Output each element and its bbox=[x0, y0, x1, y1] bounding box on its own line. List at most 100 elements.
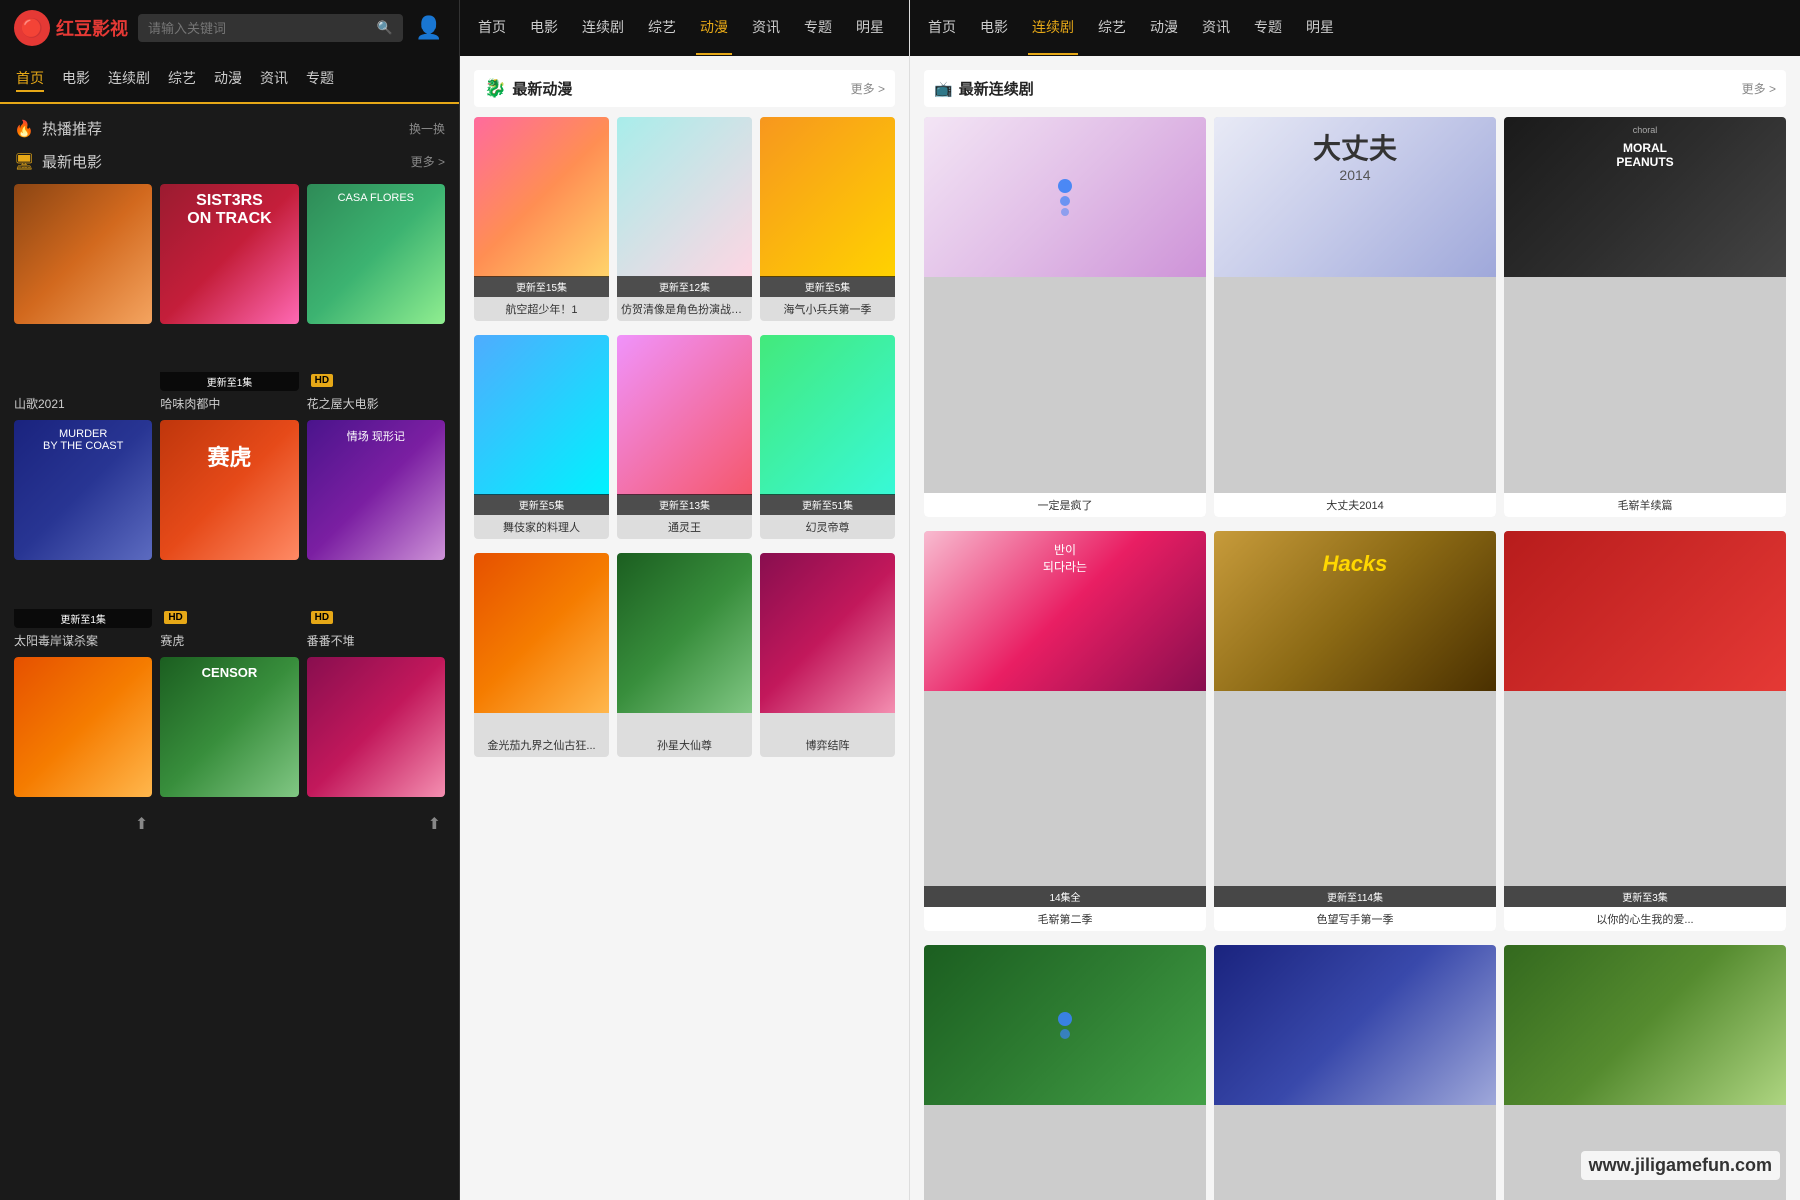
movie-card-4[interactable]: MURDERBY THE COAST 更新至1集 太阳毒岸谋杀案 bbox=[14, 420, 152, 648]
anime-grid-row2: 更新至5集 舞伎家的料理人 更新至13集 通灵王 更新至51集 幻灵帝尊 bbox=[474, 335, 895, 539]
drama-section-title: 📺 最新连续剧 bbox=[934, 78, 1034, 99]
watermark: www.jiligamefun.com bbox=[1581, 1151, 1780, 1180]
drama-grid-row1: 一定是疯了 大丈夫 2014 大丈夫2014 choral MORALPEANU… bbox=[924, 117, 1786, 517]
drama-card-3[interactable]: choral MORALPEANUTS 毛崭羊续篇 bbox=[1504, 117, 1786, 517]
right-panel: 首页 电影 连续剧 综艺 动漫 资讯 专题 明星 📺 最新连续剧 更多 > bbox=[910, 0, 1800, 1200]
right-header: 首页 电影 连续剧 综艺 动漫 资讯 专题 明星 bbox=[910, 0, 1800, 56]
drama-card-4[interactable]: 반이되다라는 14集全 毛崭第二季 bbox=[924, 531, 1206, 931]
mid-nav-anime[interactable]: 动漫 bbox=[696, 1, 732, 55]
movie-card-2[interactable]: SIST3RSON TRACK 更新至1集 哈味肉都中 bbox=[160, 184, 298, 412]
right-nav-anime[interactable]: 动漫 bbox=[1146, 1, 1182, 55]
movie-card-8[interactable]: CENSOR bbox=[160, 657, 298, 868]
movie-icon: 🖥 bbox=[14, 152, 34, 172]
anime-card-4[interactable]: 更新至5集 舞伎家的料理人 bbox=[474, 335, 609, 539]
anime-overlay-1: 更新至15集 bbox=[474, 276, 609, 297]
anime-title-9: 博弈结阵 bbox=[760, 733, 895, 757]
anime-overlay-3: 更新至5集 bbox=[760, 276, 895, 297]
user-avatar[interactable]: 👤 bbox=[413, 12, 445, 44]
anime-overlay-5: 更新至13集 bbox=[617, 494, 752, 515]
anime-card-7[interactable]: 金光茄九界之仙古狂... bbox=[474, 553, 609, 757]
mid-nav-special[interactable]: 专题 bbox=[800, 1, 836, 55]
left-nav-special[interactable]: 专题 bbox=[306, 66, 334, 92]
anime-title-6: 幻灵帝尊 bbox=[760, 515, 895, 539]
mid-nav-variety[interactable]: 综艺 bbox=[644, 1, 680, 55]
movie-title-4: 太阳毒岸谋杀案 bbox=[14, 632, 152, 649]
anime-title-4: 舞伎家的料理人 bbox=[474, 515, 609, 539]
movie-title-1: 山歌2021 bbox=[14, 395, 152, 412]
anime-card-3[interactable]: 更新至5集 海气小兵兵第一季 bbox=[760, 117, 895, 321]
drama-overlay-4: 14集全 bbox=[924, 886, 1206, 907]
drama-card-2[interactable]: 大丈夫 2014 大丈夫2014 bbox=[1214, 117, 1496, 517]
right-nav-variety[interactable]: 综艺 bbox=[1094, 1, 1130, 55]
left-nav-movie[interactable]: 电影 bbox=[62, 66, 90, 92]
movie-card-7[interactable]: ⬆ bbox=[14, 657, 152, 868]
mid-nav-home[interactable]: 首页 bbox=[474, 1, 510, 55]
anime-overlay-6: 更新至51集 bbox=[760, 494, 895, 515]
anime-card-9[interactable]: 博弈结阵 bbox=[760, 553, 895, 757]
movie-title-6: 番番不堆 bbox=[307, 632, 445, 649]
search-box[interactable]: 🔍 bbox=[138, 14, 403, 42]
anime-grid-row3: 金光茄九界之仙古狂... 孙星大仙尊 博弈结阵 bbox=[474, 553, 895, 757]
right-nav-home[interactable]: 首页 bbox=[924, 1, 960, 55]
movie-more-btn[interactable]: 更多 > bbox=[411, 153, 445, 170]
movie-card-6[interactable]: 情场 现形记 HD 番番不堆 bbox=[307, 420, 445, 648]
anime-card-1[interactable]: 更新至15集 航空超少年！1 bbox=[474, 117, 609, 321]
anime-grid-row1: 更新至15集 航空超少年！1 更新至12集 仿贺清像是角色扮演战士... 更新至… bbox=[474, 117, 895, 321]
left-nav-drama[interactable]: 连续剧 bbox=[108, 66, 150, 92]
mid-nav-movie[interactable]: 电影 bbox=[526, 1, 562, 55]
anime-title-8: 孙星大仙尊 bbox=[617, 733, 752, 757]
search-icon: 🔍 bbox=[377, 20, 393, 36]
left-content: 🔥 热播推荐 换一换 🖥 最新电影 更多 > 山歌2021 bbox=[0, 104, 459, 1200]
right-nav-special[interactable]: 专题 bbox=[1250, 1, 1286, 55]
anime-section-title: 🐉 最新动漫 bbox=[484, 78, 572, 99]
anime-title-2: 仿贺清像是角色扮演战士... bbox=[617, 297, 752, 321]
middle-content: 🐉 最新动漫 更多 > 更新至15集 航空超少年！1 更新至12集 仿贺清像是角… bbox=[460, 56, 909, 1200]
drama-section-header: 📺 最新连续剧 更多 > bbox=[924, 70, 1786, 107]
hot-icon: 🔥 bbox=[14, 119, 34, 139]
movie-card-5[interactable]: 赛虎 HD 赛虎 bbox=[160, 420, 298, 648]
left-nav-news[interactable]: 资讯 bbox=[260, 66, 288, 92]
drama-title-5: 色望写手第一季 bbox=[1214, 907, 1496, 931]
anime-card-5[interactable]: 更新至13集 通灵王 bbox=[617, 335, 752, 539]
drama-card-5[interactable]: Hacks 更新至114集 色望写手第一季 bbox=[1214, 531, 1496, 931]
left-nav-anime[interactable]: 动漫 bbox=[214, 66, 242, 92]
right-nav-star[interactable]: 明星 bbox=[1302, 1, 1338, 55]
movie-card-9[interactable]: ⬆ bbox=[307, 657, 445, 868]
movie-card-1[interactable]: 山歌2021 bbox=[14, 184, 152, 412]
left-nav: 首页 电影 连续剧 综艺 动漫 资讯 专题 bbox=[0, 56, 459, 104]
drama-card-1[interactable]: 一定是疯了 bbox=[924, 117, 1206, 517]
anime-card-6[interactable]: 更新至51集 幻灵帝尊 bbox=[760, 335, 895, 539]
left-nav-home[interactable]: 首页 bbox=[16, 66, 44, 92]
right-nav-movie[interactable]: 电影 bbox=[976, 1, 1012, 55]
anime-icon: 🐉 bbox=[484, 78, 506, 99]
anime-title-3: 海气小兵兵第一季 bbox=[760, 297, 895, 321]
search-input[interactable] bbox=[148, 21, 371, 36]
anime-card-2[interactable]: 更新至12集 仿贺清像是角色扮演战士... bbox=[617, 117, 752, 321]
mid-nav-star[interactable]: 明星 bbox=[852, 1, 888, 55]
movie-card-3[interactable]: CASA FLORES HD 花之屋大电影 bbox=[307, 184, 445, 412]
drama-title-4: 毛崭第二季 bbox=[924, 907, 1206, 931]
anime-card-8[interactable]: 孙星大仙尊 bbox=[617, 553, 752, 757]
mid-nav-drama[interactable]: 连续剧 bbox=[578, 1, 628, 55]
right-nav-drama[interactable]: 连续剧 bbox=[1028, 1, 1078, 55]
drama-icon: 📺 bbox=[934, 80, 953, 98]
left-header: 🔴 红豆影视 🔍 👤 bbox=[0, 0, 459, 56]
drama-more-btn[interactable]: 更多 > bbox=[1742, 80, 1776, 97]
anime-overlay-4: 更新至5集 bbox=[474, 494, 609, 515]
drama-card-7[interactable]: 你一刻初 bbox=[924, 945, 1206, 1200]
anime-more-btn[interactable]: 更多 > bbox=[851, 80, 885, 97]
left-nav-variety[interactable]: 综艺 bbox=[168, 66, 196, 92]
anime-overlay-2: 更新至12集 bbox=[617, 276, 752, 297]
drama-card-6[interactable]: 更新至3集 以你的心生我的爱... bbox=[1504, 531, 1786, 931]
right-nav-news[interactable]: 资讯 bbox=[1198, 1, 1234, 55]
anime-title-7: 金光茄九界之仙古狂... bbox=[474, 733, 609, 757]
movie-section-title: 🖥 最新电影 bbox=[14, 151, 102, 172]
logo-area[interactable]: 🔴 红豆影视 bbox=[14, 10, 128, 46]
drama-title-3: 毛崭羊续篇 bbox=[1504, 493, 1786, 517]
mid-nav-news[interactable]: 资讯 bbox=[748, 1, 784, 55]
drama-title-1: 一定是疯了 bbox=[924, 493, 1206, 517]
anime-title-5: 通灵王 bbox=[617, 515, 752, 539]
drama-card-8[interactable]: 更新至114集 享受生活吗 bbox=[1214, 945, 1496, 1200]
middle-header: 首页 电影 连续剧 综艺 动漫 资讯 专题 明星 bbox=[460, 0, 909, 56]
hot-more-btn[interactable]: 换一换 bbox=[409, 120, 445, 137]
